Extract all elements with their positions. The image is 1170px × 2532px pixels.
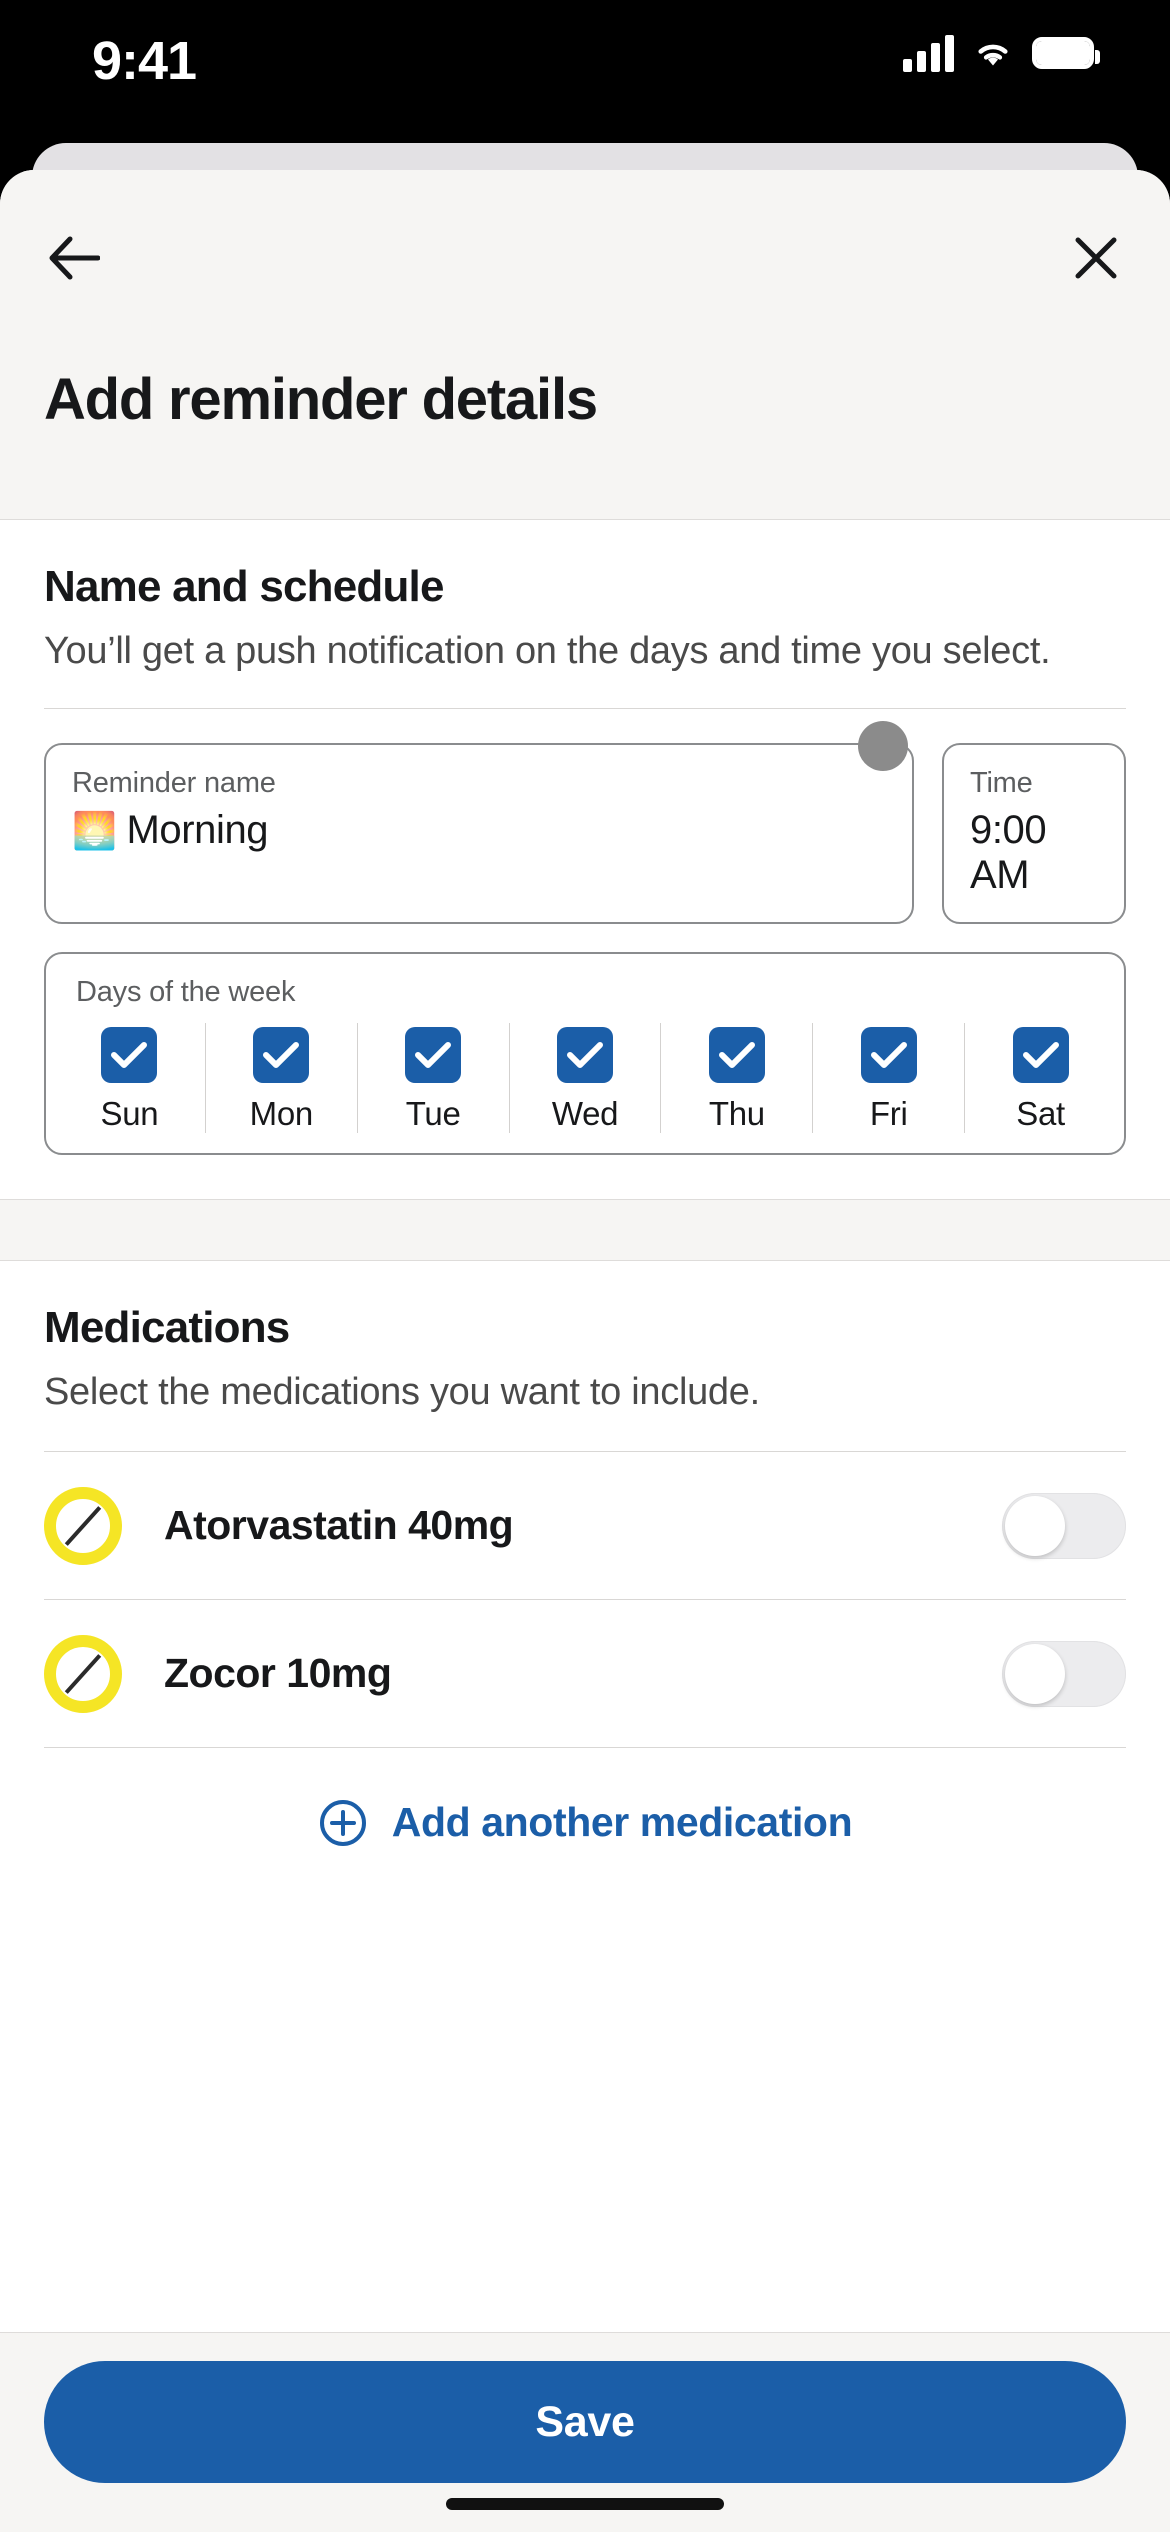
day-label: Sun [100,1095,159,1133]
touch-indicator [858,721,908,772]
reminder-name-input[interactable]: Reminder name 🌅 Morning [44,743,914,925]
medication-row[interactable]: Zocor 10mg [44,1599,1126,1747]
days-of-week-group: Days of the week Sun Mon Tue Wed Thu Fri… [44,952,1126,1156]
checkbox-checked-icon[interactable] [860,1027,917,1084]
checkbox-checked-icon[interactable] [405,1027,462,1084]
medication-toggle[interactable] [1002,1640,1126,1707]
section-subtitle-medications: Select the medications you want to inclu… [44,1371,760,1414]
day-label: Sat [1016,1095,1065,1133]
add-another-medication-label: Add another medication [391,1799,853,1846]
day-toggle-fri[interactable]: Fri [812,1023,964,1134]
section-separator-band [0,1199,1170,1262]
day-label: Thu [708,1095,765,1133]
days-of-week-grid: Sun Mon Tue Wed Thu Fri Sat [54,1023,1116,1134]
days-of-week-label: Days of the week [76,976,296,1009]
sheet-header: Add reminder details [0,170,1170,520]
day-toggle-thu[interactable]: Thu [660,1023,812,1134]
day-label: Mon [249,1095,314,1133]
home-indicator [446,2498,724,2510]
reminder-name-label: Reminder name [72,767,276,800]
section-subtitle-schedule: You’ll get a push notification on the da… [44,630,1051,672]
checkbox-checked-icon[interactable] [557,1027,613,1084]
status-bar: 9:41 [0,0,1170,146]
back-button[interactable] [28,212,120,304]
time-value: 9:00 AM [970,808,1047,898]
sunrise-icon: 🌅 [72,809,117,851]
status-bar-icons [903,34,1100,72]
medication-name: Zocor 10mg [164,1650,392,1697]
name-time-row: Reminder name 🌅 Morning Time 9:00 AM [44,721,1126,925]
day-toggle-sat[interactable]: Sat [964,1023,1116,1134]
checkbox-checked-icon[interactable] [253,1027,310,1084]
checkbox-checked-icon[interactable] [1012,1027,1069,1084]
reminder-details-sheet: Add reminder details Name and schedule Y… [0,170,1170,2532]
day-toggle-tue[interactable]: Tue [356,1023,509,1134]
toggle-knob [1005,1495,1065,1556]
sheet-footer: Save [0,2332,1170,2532]
battery-icon [1032,37,1100,69]
toggle-knob [1005,1643,1065,1704]
pill-icon [44,1486,122,1565]
add-another-medication-button[interactable]: Add another medication [44,1747,1126,1897]
day-toggle-sun[interactable]: Sun [54,1023,205,1133]
medications-section: Medications Select the medications you w… [0,1261,1170,1898]
cellular-signal-icon [903,34,954,72]
name-and-schedule-section: Name and schedule You’ll get a push noti… [0,520,1170,1200]
medication-name: Atorvastatin 40mg [164,1502,514,1549]
reminder-name-value-wrap: 🌅 Morning [72,808,886,853]
section-title-schedule: Name and schedule [44,562,444,611]
day-label: Wed [551,1095,619,1133]
status-bar-time: 9:41 [92,31,197,91]
divider [44,708,1126,710]
reminder-name-value: Morning [126,808,269,853]
day-label: Tue [405,1095,461,1133]
checkbox-checked-icon[interactable] [708,1027,765,1084]
day-label: Fri [869,1095,908,1133]
medication-row[interactable]: Atorvastatin 40mg [44,1451,1126,1599]
close-icon [1075,237,1117,279]
time-input[interactable]: Time 9:00 AM [942,743,1126,925]
plus-circle-icon [319,1799,366,1846]
section-title-medications: Medications [44,1303,290,1353]
time-label: Time [970,767,1033,800]
save-button[interactable]: Save [44,2361,1126,2483]
back-arrow-icon [49,236,100,280]
page-title: Add reminder details [44,367,598,432]
pill-icon [44,1634,122,1713]
close-button[interactable] [1050,212,1142,304]
day-toggle-mon[interactable]: Mon [204,1023,357,1134]
medication-toggle[interactable] [1002,1492,1126,1559]
day-toggle-wed[interactable]: Wed [508,1023,661,1134]
checkbox-checked-icon[interactable] [101,1027,158,1084]
wifi-icon [978,44,1008,66]
